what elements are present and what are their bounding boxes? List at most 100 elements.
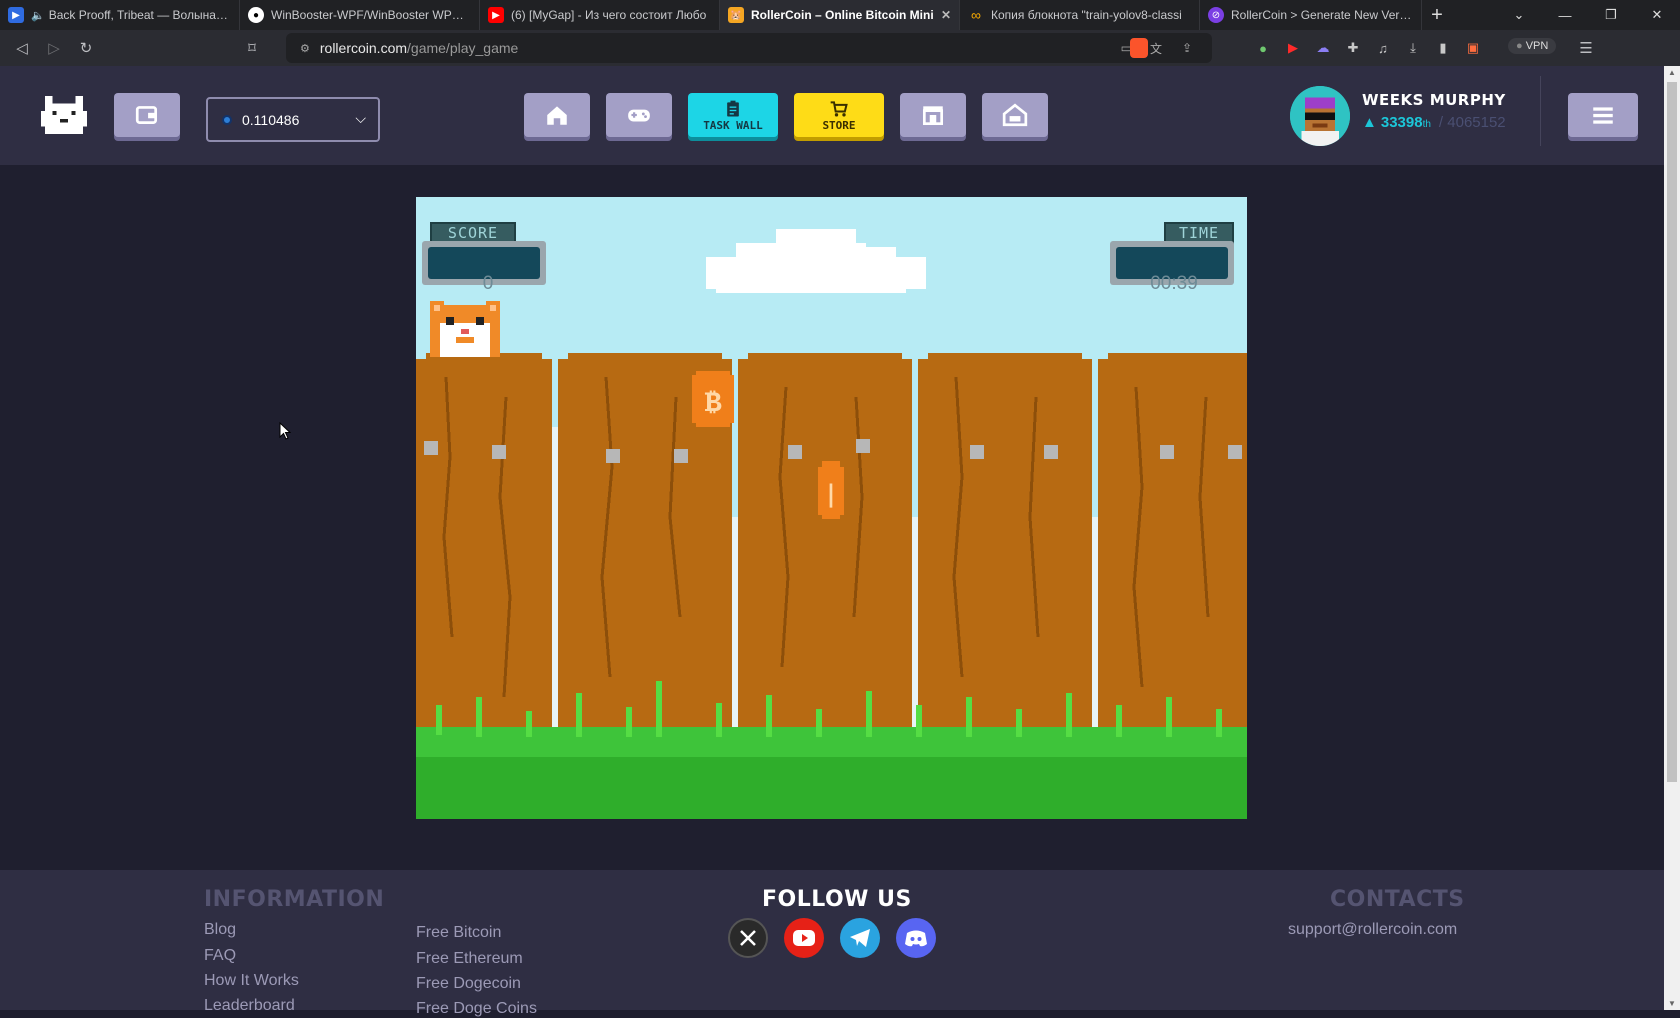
puzzle-icon[interactable]: ✚ [1338,40,1368,56]
sidebar-icon[interactable]: ▮ [1428,40,1458,56]
svg-text:|: | [824,480,838,508]
url-host: rollercoin.com [319,40,408,56]
avatar[interactable] [1290,86,1350,146]
tab-title: Копия блокнота "train-yolov8-classi [991,8,1182,22]
tab-title: (6) [MyGap] - Из чего состоит Любо [511,8,707,22]
time-value: 00:39 [1150,273,1198,294]
tab-title: Back Prooff, Tribeat — Волына (Sp [48,8,231,22]
page-scrollbar[interactable]: ▲ ▼ [1664,66,1680,1010]
share-icon[interactable]: ⇪ [1182,41,1192,55]
forward-icon[interactable]: ▷ [38,32,70,64]
music-icon[interactable]: ♫ [1368,41,1398,56]
reload-icon[interactable]: ↻ [70,32,102,64]
youtube-ext-icon[interactable]: ▶ [1278,40,1308,56]
market-icon [922,106,944,126]
wallet-icon[interactable]: ▣ [1458,40,1488,56]
footer: INFORMATION Blog FAQ How It Works Leader… [0,870,1664,1017]
home-button[interactable] [524,93,590,137]
back-icon[interactable]: ◁ [6,32,38,64]
information-title: INFORMATION [204,887,385,912]
store-button[interactable]: STORE [794,93,884,137]
browser-menu-icon[interactable]: ☰ [1570,32,1602,64]
speaker-icon[interactable]: 🔈 [31,9,45,22]
rank-up-icon: ▲ [1362,114,1377,131]
footer-link-leaderboard[interactable]: Leaderboard [204,997,295,1015]
play-icon: ▶ [8,7,24,23]
contacts-title: CONTACTS [1330,887,1465,912]
url-path: /game/play_game [407,40,519,56]
scrollbar-thumb[interactable] [1667,82,1677,782]
room-button[interactable] [982,93,1048,137]
gamepad-icon [628,109,650,122]
telegram-icon[interactable] [840,918,880,958]
browser-tab[interactable]: ∞ Копия блокнота "train-yolov8-classi [960,0,1200,30]
browser-tab[interactable]: ⊘ RollerCoin > Generate New Version > [1200,0,1422,30]
close-window-button[interactable]: ✕ [1634,0,1680,30]
game-canvas[interactable]: ₿ | SCORE 0 TIME 00:39 [416,197,1247,819]
games-button[interactable] [606,93,672,137]
colab-icon: ∞ [971,7,981,23]
cart-icon [830,100,848,116]
svg-text:₿: ₿ [705,385,722,418]
footer-link-free-bitcoin[interactable]: Free Bitcoin [416,924,501,942]
download-icon[interactable]: ⤓ [1398,40,1428,56]
footer-link-blog[interactable]: Blog [204,921,236,939]
youtube-icon[interactable] [784,918,824,958]
tab-search-icon[interactable]: ⌄ [1496,0,1542,30]
chevron-down-icon: ⌵ [355,110,366,126]
game-scene: ₿ | [416,229,1247,819]
site-header: 0.110486 ⌵ TASK WALL STORE WEEKS MURPHY … [0,66,1664,165]
browser-tab[interactable]: ▶ 🔈 Back Prooff, Tribeat — Волына (Sp [0,0,240,30]
footer-link-free-ethereum[interactable]: Free Ethereum [416,950,523,968]
rollercoin-logo[interactable] [40,92,88,138]
user-rank: ▲ 33398 th / 4065152 [1362,114,1506,131]
bookmark-icon[interactable]: ⌑ [236,32,268,64]
time-panel: TIME [1106,219,1236,285]
minimize-button[interactable]: — [1542,0,1588,30]
extension-icon[interactable]: ● [1248,41,1278,56]
balance-selector[interactable]: 0.110486 ⌵ [206,97,380,142]
rank-total: / 4065152 [1438,114,1506,131]
footer-link-faq[interactable]: FAQ [204,947,236,965]
cloud-ext-icon[interactable]: ☁ [1308,40,1338,56]
browser-tab-active[interactable]: 🐹 RollerCoin – Online Bitcoin Mini ✕ [720,0,960,30]
marketplace-button[interactable] [900,93,966,137]
vpn-button[interactable]: ● VPN [1508,38,1557,54]
browser-tab[interactable]: ● WinBooster-WPF/WinBooster WPF/Fo [240,0,480,30]
footer-link-free-doge-coins[interactable]: Free Doge Coins [416,1000,537,1018]
footer-link-free-dogecoin[interactable]: Free Dogecoin [416,975,521,993]
x-icon[interactable] [728,918,768,958]
task-wall-button[interactable]: TASK WALL [688,93,778,137]
scroll-up-icon[interactable]: ▲ [1668,68,1676,77]
menu-button[interactable] [1568,93,1638,137]
tab-title: RollerCoin > Generate New Version > [1231,8,1413,22]
home-icon [547,106,567,125]
username[interactable]: WEEKS MURPHY [1362,91,1506,109]
close-tab-icon[interactable]: ✕ [941,8,951,22]
url-field[interactable]: ⚙ rollercoin.com/game/play_game ▭ 文 ⇪ [286,33,1212,63]
tab-title: RollerCoin – Online Bitcoin Mini [751,8,934,22]
cloud-icon [706,229,926,293]
footer-link-how-it-works[interactable]: How It Works [204,972,299,990]
support-email-link[interactable]: support@rollercoin.com [1288,921,1457,939]
wallet-icon [135,106,158,124]
discord-icon[interactable] [896,918,936,958]
browser-tab[interactable]: ▶ (6) [MyGap] - Из чего состоит Любо [480,0,720,30]
scroll-down-icon[interactable]: ▼ [1668,999,1676,1008]
rollercoin-icon: ⊘ [1208,7,1224,23]
hamster-icon [430,301,500,357]
wallet-button[interactable] [114,93,180,137]
restore-button[interactable]: ❐ [1588,0,1634,30]
browser-address-bar: ◁ ▷ ↻ ⌑ ⚙ rollercoin.com/game/play_game … [0,30,1680,66]
rank-value: 33398 [1380,114,1423,131]
brave-shields-icon[interactable] [1130,38,1148,58]
rank-suffix: th [1422,119,1431,130]
store-label: STORE [822,118,856,132]
hamburger-icon [1593,107,1613,124]
balance-value: 0.110486 [242,111,300,128]
translate-icon[interactable]: 文 [1150,40,1162,57]
new-tab-button[interactable]: + [1422,4,1452,27]
rollercoin-favicon-icon: 🐹 [728,7,744,23]
site-info-icon[interactable]: ⚙ [300,42,310,55]
rlt-coin-icon [222,114,232,125]
